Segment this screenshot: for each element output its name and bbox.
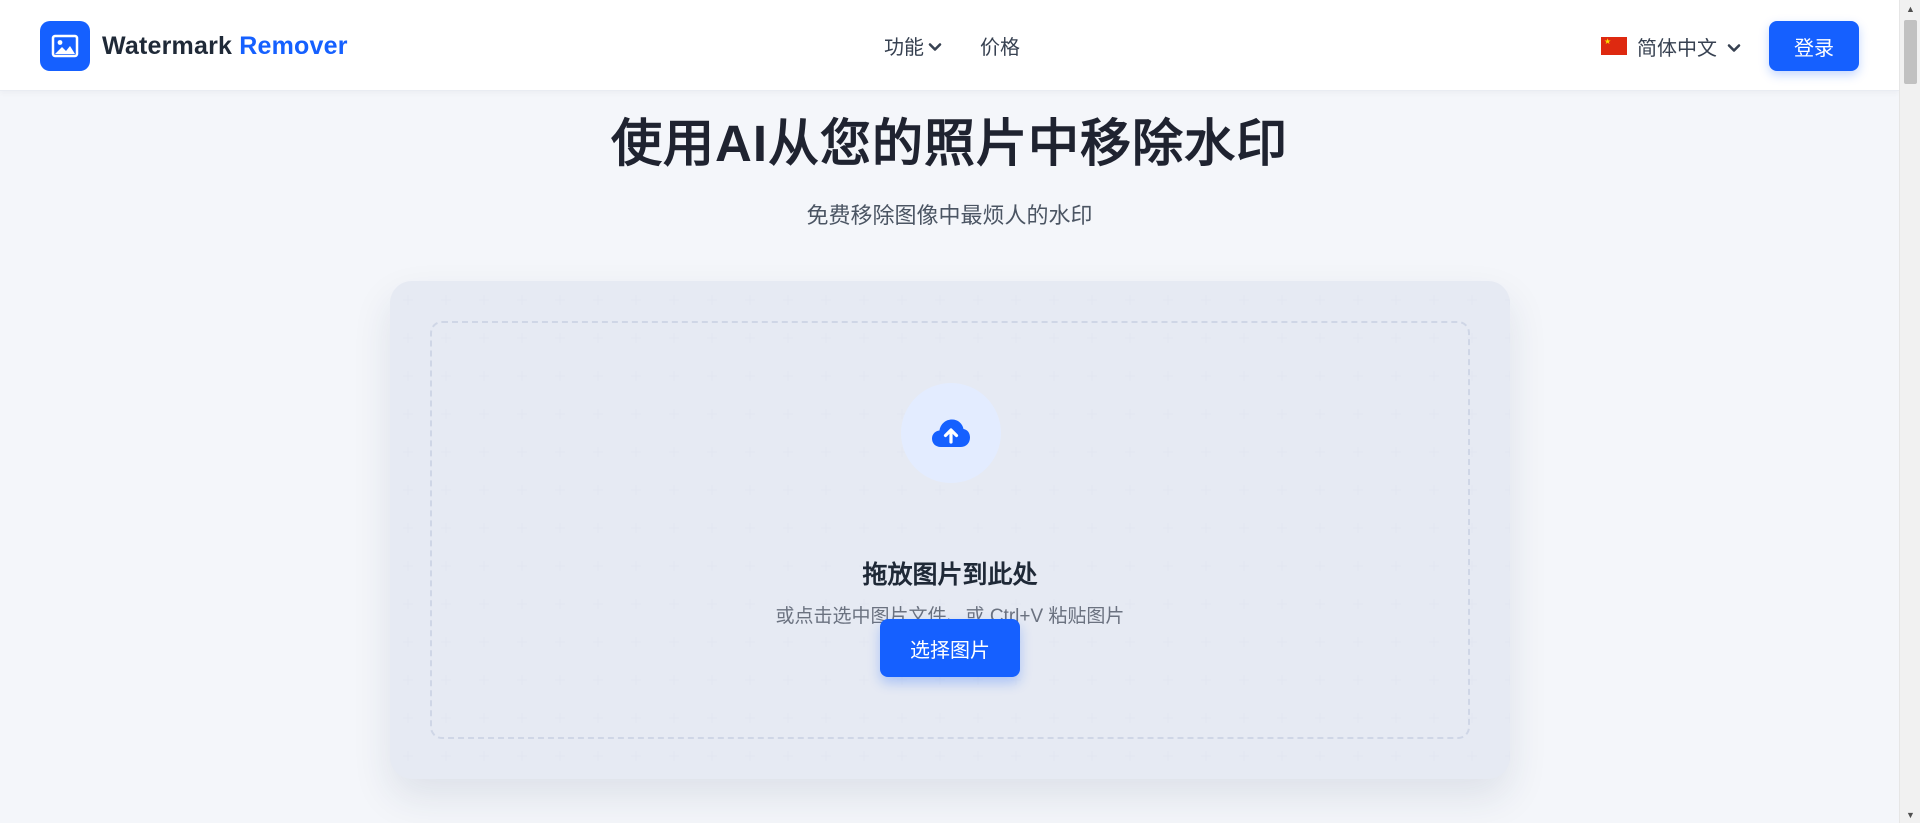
drop-title: 拖放图片到此处 xyxy=(862,561,1038,589)
language-selector[interactable]: ★ 简体中文 xyxy=(1601,32,1741,61)
page-scrollbar[interactable]: ▲ ▼ xyxy=(1899,0,1920,823)
nav-item-pricing-label: 价格 xyxy=(980,37,1020,59)
nav-right: ★ 简体中文 登录 xyxy=(1601,21,1859,71)
chevron-down-icon xyxy=(1727,36,1741,59)
main-nav: 功能 价格 xyxy=(884,0,1020,91)
page-subtitle: 免费移除图像中最烦人的水印 xyxy=(806,203,1093,228)
nav-item-features-label: 功能 xyxy=(884,37,924,59)
logo-text: Watermark Remover xyxy=(102,32,348,61)
logo-link[interactable]: Watermark Remover xyxy=(40,21,348,71)
nav-item-pricing[interactable]: 价格 xyxy=(980,31,1020,60)
upload-card: 拖放图片到此处 或点击选中图片文件、或 Ctrl+V 粘贴图片 选择图片 xyxy=(390,281,1510,779)
drop-zone[interactable]: 拖放图片到此处 或点击选中图片文件、或 Ctrl+V 粘贴图片 选择图片 xyxy=(430,321,1470,739)
china-flag-icon: ★ xyxy=(1601,37,1627,55)
chevron-down-icon xyxy=(928,35,942,58)
login-button[interactable]: 登录 xyxy=(1769,21,1859,71)
upload-circle xyxy=(901,383,1001,483)
page-title: 使用AI从您的照片中移除水印 xyxy=(610,115,1288,172)
scrollbar-thumb[interactable] xyxy=(1904,20,1917,84)
language-label: 简体中文 xyxy=(1637,37,1717,60)
cloud-upload-icon xyxy=(932,419,970,447)
scroll-down-arrow-icon[interactable]: ▼ xyxy=(1900,806,1920,823)
logo-text-accent: Remover xyxy=(239,31,348,60)
logo-text-main: Watermark xyxy=(102,31,233,60)
nav-item-features[interactable]: 功能 xyxy=(884,31,942,60)
image-icon xyxy=(40,21,90,71)
select-image-button[interactable]: 选择图片 xyxy=(880,619,1020,677)
top-navbar: Watermark Remover 功能 价格 ★ 简体中文 登录 xyxy=(0,0,1899,91)
scroll-up-arrow-icon[interactable]: ▲ xyxy=(1900,0,1920,17)
